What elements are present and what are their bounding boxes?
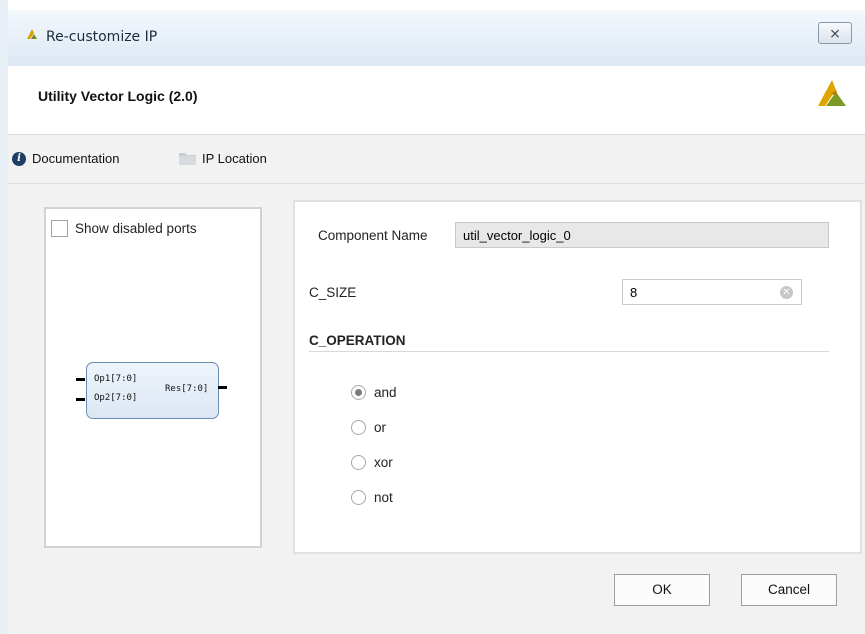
- clear-icon[interactable]: ✕: [780, 286, 793, 299]
- op1-pin: [76, 378, 85, 381]
- ip-symbol: Op1[7:0] Op2[7:0] Res[7:0]: [76, 362, 227, 419]
- title-bar: Re-customize IP ⨯: [8, 10, 865, 66]
- section-divider: [309, 351, 829, 352]
- app-logo-icon: [27, 29, 37, 39]
- op2-port-label: Op2[7:0]: [94, 393, 138, 403]
- ip-title: Utility Vector Logic (2.0): [38, 88, 198, 104]
- radio-xor-label: xor: [374, 455, 393, 470]
- radio-button[interactable]: [351, 455, 366, 470]
- content-area: Show disabled ports Op1[7:0] Op2[7:0] Re…: [8, 184, 865, 634]
- op2-pin: [76, 398, 85, 401]
- dialog-header: Utility Vector Logic (2.0): [8, 66, 865, 135]
- documentation-button[interactable]: i Documentation: [12, 151, 119, 166]
- radio-button[interactable]: [351, 490, 366, 505]
- radio-xor[interactable]: xor: [351, 455, 393, 470]
- close-icon: ⨯: [829, 25, 841, 41]
- folder-icon: [179, 153, 196, 165]
- op1-port-label: Op1[7:0]: [94, 374, 138, 384]
- toolbar: i Documentation IP Location: [8, 135, 865, 184]
- window-edge: [0, 0, 8, 634]
- info-icon: i: [12, 151, 26, 166]
- ip-location-button[interactable]: IP Location: [179, 151, 267, 166]
- res-pin: [218, 386, 227, 389]
- radio-button-selected[interactable]: [351, 385, 366, 400]
- radio-button[interactable]: [351, 420, 366, 435]
- component-name-label: Component Name: [318, 228, 428, 243]
- c-size-field[interactable]: 8 ✕: [622, 279, 802, 305]
- component-name-field[interactable]: util_vector_logic_0: [455, 222, 829, 248]
- radio-or[interactable]: or: [351, 420, 386, 435]
- radio-and-label: and: [374, 385, 397, 400]
- c-size-label: C_SIZE: [309, 285, 357, 300]
- ok-button[interactable]: OK: [614, 574, 710, 606]
- c-size-value: 8: [630, 285, 638, 300]
- show-disabled-ports-checkbox[interactable]: Show disabled ports: [51, 220, 197, 237]
- symbol-panel: Show disabled ports Op1[7:0] Op2[7:0] Re…: [44, 207, 262, 548]
- c-operation-title: C_OPERATION: [309, 333, 406, 348]
- show-disabled-ports-label: Show disabled ports: [75, 221, 197, 236]
- window-title: Re-customize IP: [46, 29, 158, 45]
- parameters-panel: Component Name util_vector_logic_0 C_SIZ…: [293, 200, 862, 554]
- documentation-label: Documentation: [32, 151, 120, 166]
- checkbox-box[interactable]: [51, 220, 68, 237]
- cancel-button[interactable]: Cancel: [741, 574, 837, 606]
- close-button[interactable]: ⨯: [818, 22, 852, 44]
- radio-not[interactable]: not: [351, 490, 393, 505]
- xilinx-logo-icon: [818, 80, 846, 106]
- radio-or-label: or: [374, 420, 387, 435]
- radio-not-label: not: [374, 490, 393, 505]
- res-port-label: Res[7:0]: [165, 384, 209, 394]
- radio-and[interactable]: and: [351, 385, 397, 400]
- ip-location-label: IP Location: [202, 151, 267, 166]
